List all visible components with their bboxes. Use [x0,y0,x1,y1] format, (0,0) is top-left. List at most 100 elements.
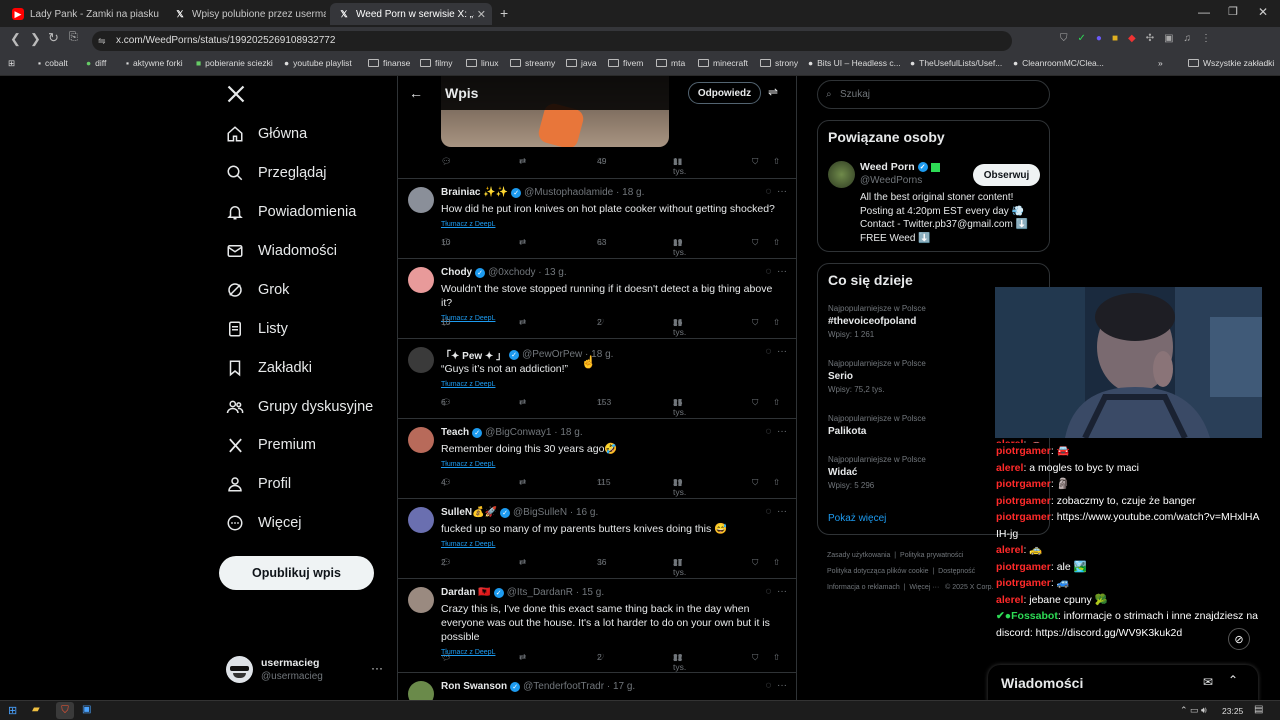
reply-button[interactable]: 💬︎ 10 [441,237,454,248]
share-icon[interactable]: ⇧ [773,156,780,167]
views-button[interactable]: ▮▮ 22 tys. [673,652,686,672]
tweet-author[interactable]: Teach [441,427,469,438]
share-icon[interactable]: ⇧ [773,652,780,663]
like-button[interactable]: ♡ 49 [597,156,607,167]
tweet-menu[interactable]: ◌ ··· [766,346,788,357]
nav-lists[interactable]: Listy [226,316,288,342]
avatar[interactable] [408,427,434,453]
new-tab-button[interactable]: + [500,5,508,21]
related-user-name[interactable]: Weed Porn ✓ [860,161,940,173]
extension-icon[interactable]: ■ [1112,33,1118,44]
tweet-author[interactable]: 「✦ Pew ✦ 」 [441,347,506,362]
close-tab-icon[interactable]: ✕ [477,8,486,21]
tweet-menu[interactable]: ◌ ··· [766,680,788,691]
nav-grok[interactable]: Grok [226,277,289,303]
like-button[interactable]: ♡ 36 [597,557,607,568]
follow-button[interactable]: Obserwuj [973,164,1040,186]
reply-tweet[interactable]: Teach ✓ @BigConway1 · 18 g. ◌ ··· Remember… [398,419,796,499]
start-icon[interactable]: ⊞ [8,704,17,717]
tweet-author[interactable]: SulleN💰🚀 [441,507,497,518]
grok-fab-icon[interactable]: ⊘ [1228,628,1250,650]
x-logo-icon[interactable] [226,84,246,104]
restore-button[interactable]: ❐ [1228,5,1238,18]
bookmark-folder[interactable]: fivem [608,58,643,68]
bookmark-icon[interactable]: ⛉ [752,652,758,663]
views-button[interactable]: ▮▮ 19 tys. [673,237,686,257]
bookmark-icon[interactable]: ⛉ [752,317,758,328]
reply-tweet[interactable]: Brainiac ✨✨ ✓ @Mustophaolamide · 18 g. ◌ ·… [398,179,796,259]
views-button[interactable]: ▮▮ 1 tys. [673,156,686,176]
nav-messages[interactable]: Wiadomości [226,238,337,264]
avatar[interactable] [408,587,434,613]
tweet-handle[interactable]: @TenderfootTradr · 17 g. [523,681,635,692]
bookmark-item[interactable]: ● diff [86,58,106,68]
minimize-button[interactable]: — [1198,5,1210,19]
chevron-up-icon[interactable]: ⌃ [1228,673,1238,687]
views-button[interactable]: ▮▮ 26 tys. [673,317,686,337]
avatar[interactable] [408,347,434,373]
extension-icon[interactable]: ● [1096,33,1102,44]
all-bookmarks[interactable]: Wszystkie zakładki [1188,58,1274,68]
translate-link[interactable]: Tłumacz z DeepL [441,538,495,552]
nav-explore[interactable]: Przeglądaj [226,160,327,186]
tweet-menu[interactable]: ◌ ··· [766,586,788,597]
bookmark-folder[interactable]: finanse [368,58,410,68]
nav-premium[interactable]: Premium [226,432,316,458]
nav-home[interactable]: Główna [226,121,307,147]
reply-button[interactable]: 💬︎ 10 [441,317,454,328]
browser-tab[interactable]: ▶ Lady Pank - Zamki na piasku - Yo [4,3,162,25]
translate-link[interactable]: Tłumacz z DeepL [441,218,495,232]
media-icon[interactable]: ♫ [1184,33,1192,44]
tweet-handle[interactable]: @0xchody · 13 g. [488,267,567,278]
trend-item[interactable]: Najpopularniejsze w Polsce Palikota [828,414,926,440]
avatar[interactable] [408,681,434,700]
shield-icon[interactable]: ⛉ [1060,33,1068,44]
bookmark-page-icon[interactable]: ⎘ [69,31,78,44]
reload-icon[interactable]: ↻ [48,30,59,46]
tweet-author[interactable]: Dardan 🇦🇱 [441,587,491,598]
retweet-button[interactable]: ⇄ [519,652,526,663]
bookmark-folder[interactable]: streamy [510,58,555,68]
file-explorer-icon[interactable]: ▰ [32,704,40,715]
puzzle-icon[interactable]: ✣ [1146,33,1154,44]
reply-button[interactable]: 💬︎ 4 [441,477,454,488]
reply-button[interactable]: Odpowiedz [688,82,761,104]
views-button[interactable]: ▮▮ 25 tys. [673,397,686,417]
sliders-icon[interactable]: ⇌ [768,85,778,99]
forward-icon[interactable]: ❯ [30,31,41,47]
tweet-handle[interactable]: @Its_DardanR · 15 g. [507,587,604,598]
translate-link[interactable]: Tłumacz z DeepL [441,458,495,472]
reply-tweet[interactable]: SulleN💰🚀 ✓ @BigSulleN · 16 g. ◌ ··· fucked… [398,499,796,579]
translate-link[interactable]: Tłumacz z DeepL [441,378,495,392]
reply-tweet[interactable]: Ron Swanson ✓ @TenderfootTradr · 17 g. ◌ ·… [398,673,796,700]
tweet-menu[interactable]: ◌ ··· [766,426,788,437]
bookmark-icon[interactable]: ⛉ [752,237,758,248]
tweet-author[interactable]: Chody [441,267,472,278]
browser-tab-active[interactable]: 𝕏 Weed Porn w serwisie X: „Stoner ✕ [330,3,492,25]
footer-link[interactable]: Informacja o reklamach [827,584,900,591]
avatar[interactable] [408,267,434,293]
back-arrow-icon[interactable]: ← [409,85,423,101]
extension-icon[interactable]: ◆ [1128,33,1136,44]
footer-link[interactable]: Więcej ··· [909,584,939,591]
tweet-menu[interactable]: ◌ ··· [766,186,788,197]
bookmark-item[interactable]: ● TheUsefulLists/Usef... [910,58,1002,68]
bookmark-icon[interactable]: ⛉ [752,156,758,167]
reply-button[interactable]: 💬︎ 6 [441,397,454,408]
trend-item[interactable]: Najpopularniejsze w Polsce Serio Wpisy: 75… [828,359,926,394]
bookmark-folder[interactable]: linux [466,58,498,68]
tray-icons[interactable]: ⌃ ▭ 🔊︎ [1180,705,1207,716]
bookmark-item[interactable]: ● youtube playlist [284,58,352,68]
retweet-button[interactable]: ⇄ [519,317,526,328]
nav-communities[interactable]: Grupy dyskusyjne [226,394,373,420]
share-icon[interactable]: ⇧ [773,397,780,408]
views-button[interactable]: ▮▮ 27 tys. [673,557,686,577]
tweet-menu[interactable]: ◌ ··· [766,266,788,277]
reply-tweet[interactable]: Chody ✓ @0xchody · 13 g. ◌ ··· Wouldn't th… [398,259,796,339]
like-button[interactable]: ♡ 2 [597,317,607,328]
footer-link[interactable]: Polityka dotycząca plików cookie [827,568,929,575]
footer-link[interactable]: Dostępność [938,568,975,575]
more-icon[interactable]: ··· [371,661,383,675]
menu-icon[interactable]: ⋮ [1201,33,1211,44]
bookmark-folder[interactable]: java [566,58,597,68]
